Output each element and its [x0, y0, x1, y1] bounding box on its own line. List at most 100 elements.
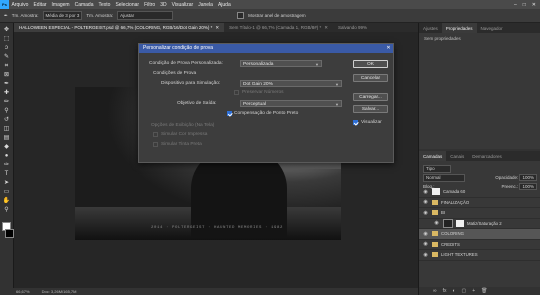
menu-selecionar[interactable]: Selecionar — [113, 2, 142, 8]
lasso-tool-icon[interactable]: ↄ — [2, 45, 11, 52]
intent-select[interactable]: Perceptual ▼ — [240, 100, 342, 107]
history-brush-icon[interactable]: ↺ — [2, 117, 11, 124]
tab-propriedades[interactable]: Propriedades — [441, 23, 477, 33]
device-select[interactable]: Dot Gain 20% ▼ — [240, 80, 342, 87]
blend-mode-select[interactable]: Normal — [423, 173, 465, 182]
close-icon[interactable]: ✕ — [384, 44, 393, 53]
hand-tool-icon[interactable]: ✋ — [2, 198, 11, 205]
gradient-tool-icon[interactable]: ▤ — [2, 135, 11, 142]
right-panels: Ajustes Propriedades Navegador Sem propr… — [418, 23, 540, 295]
layer-row[interactable]: ◉ BI — [419, 208, 540, 219]
save-button[interactable]: Salvar... — [353, 105, 388, 113]
show-ring-checkbox[interactable] — [237, 12, 245, 19]
eye-icon[interactable]: ◉ — [422, 210, 429, 216]
menu-janela[interactable]: Janela — [196, 2, 216, 8]
simulate-paper-checkbox[interactable] — [153, 132, 158, 137]
layer-row[interactable]: ◉ Matiz/Saturação 2 — [419, 218, 540, 229]
kind-filter-select[interactable]: Tipo — [423, 164, 451, 173]
minimize-icon[interactable]: – — [514, 2, 517, 8]
cancel-button[interactable]: Cancelar — [353, 74, 388, 82]
fill-field[interactable]: 100% — [519, 182, 537, 190]
menu-camada[interactable]: Camada — [72, 2, 96, 8]
layer-row[interactable]: ◉ LIGHT TEXTURES — [419, 250, 540, 261]
eye-icon[interactable]: ◉ — [422, 189, 429, 195]
blur-tool-icon[interactable]: ◆ — [2, 144, 11, 151]
close-icon[interactable]: ✕ — [532, 2, 536, 8]
black-point-label: Compensação de Ponto Preto — [234, 111, 299, 116]
zoom-tool-icon[interactable]: ⚲ — [2, 207, 11, 214]
layer-row[interactable]: ◉ FINALIZAÇÃO — [419, 198, 540, 208]
maximize-icon[interactable]: □ — [523, 2, 526, 8]
tab-camadas[interactable]: Camadas — [419, 151, 447, 161]
preview-checkbox[interactable] — [353, 120, 358, 125]
eye-icon[interactable]: ◉ — [433, 220, 440, 226]
image-caption: 2014 · POLTERGEIST · HAUNTED MEMORIES · … — [150, 226, 284, 230]
properties-empty-text: Sem propriedades — [424, 36, 461, 41]
shape-tool-icon[interactable]: ▭ — [2, 189, 11, 196]
path-select-tool-icon[interactable]: ➤ — [2, 180, 11, 187]
menu-3d[interactable]: 3D — [158, 2, 169, 8]
new-layer-icon[interactable]: + — [472, 288, 475, 294]
adjustment-icon[interactable]: ◐ — [452, 288, 455, 294]
tab-untitled[interactable]: Sem Título-1 @ 66,7% (Camada 1, RGB/8#) … — [224, 23, 333, 32]
link-icon[interactable]: ∞ — [433, 288, 437, 294]
eye-icon[interactable]: ◉ — [422, 199, 429, 205]
status-bar: 66,67% Doc: 3,26M/165,7M — [0, 288, 418, 295]
menu-editar[interactable]: Editar — [31, 2, 49, 8]
menu-ajuda[interactable]: Ajuda — [215, 2, 233, 8]
quick-select-tool-icon[interactable]: ✎ — [2, 54, 11, 61]
zoom-level[interactable]: 66,67% — [16, 289, 30, 294]
simulate-ink-checkbox[interactable] — [153, 142, 158, 147]
layer-row[interactable]: ◉ COLORING — [419, 229, 540, 240]
eye-icon[interactable]: ◉ — [422, 241, 429, 247]
sample-layers-select[interactable]: Ajustar — [117, 11, 174, 20]
eyedropper-tool-icon[interactable]: ✒ — [2, 81, 11, 88]
close-icon[interactable]: ✕ — [215, 25, 219, 31]
dialog-title: Personalizar condição de prova — [143, 45, 214, 51]
load-button[interactable]: Carregar... — [353, 93, 388, 101]
layers-footer: ∞ fx ◐ ▢ + 🗑 — [419, 287, 540, 295]
tab-saving[interactable]: Salvando 99% — [333, 23, 372, 32]
tab-halloween[interactable]: HALLOWEEN ESPECIAL - POLTERGEIST.psd @ 6… — [14, 23, 225, 32]
preserve-numbers-checkbox[interactable] — [234, 90, 239, 95]
black-point-checkbox[interactable] — [227, 111, 232, 116]
size-label: Tm. Amostra: — [11, 13, 39, 18]
group-icon[interactable]: ▢ — [462, 288, 467, 294]
menu-arquivo[interactable]: Arquivo — [9, 2, 31, 8]
background-color-swatch[interactable] — [5, 229, 14, 238]
layers-controls: Tipo Normal Opacidade: 100% Bloq.: Preen… — [419, 161, 540, 190]
tab-ajustes[interactable]: Ajustes — [419, 23, 442, 33]
eye-icon[interactable]: ◉ — [422, 231, 429, 237]
marquee-tool-icon[interactable]: ⬚ — [2, 36, 11, 43]
tab-demarcadores[interactable]: Demarcadores — [468, 151, 506, 161]
fx-icon[interactable]: fx — [443, 288, 447, 294]
doc-size[interactable]: Doc: 3,26M/165,7M — [42, 289, 77, 294]
stamp-tool-icon[interactable]: ⚲ — [2, 108, 11, 115]
close-icon[interactable]: ✕ — [324, 25, 328, 31]
eyedropper-icon[interactable]: ✒ — [4, 13, 8, 19]
tab-canais[interactable]: Canais — [446, 151, 468, 161]
dodge-tool-icon[interactable]: ● — [2, 153, 11, 160]
menu-bar: Ps Arquivo Editar Imagem Camada Texto Se… — [0, 0, 540, 9]
eraser-tool-icon[interactable]: ◫ — [2, 126, 11, 133]
crop-tool-icon[interactable]: ⌗ — [2, 63, 11, 70]
sample-size-select[interactable]: Média de 3 por 3 — [42, 11, 83, 20]
healing-tool-icon[interactable]: ✚ — [2, 90, 11, 97]
menu-visualizar[interactable]: Visualizar — [169, 2, 196, 8]
opacity-field[interactable]: 100% — [519, 173, 537, 181]
tab-navegador[interactable]: Navegador — [477, 23, 507, 33]
trash-icon[interactable]: 🗑 — [481, 288, 487, 294]
menu-filtro[interactable]: Filtro — [142, 2, 158, 8]
frame-tool-icon[interactable]: ⊠ — [2, 72, 11, 79]
eye-icon[interactable]: ◉ — [422, 252, 429, 258]
layer-row[interactable]: ◉ CREDITS — [419, 240, 540, 250]
menu-texto[interactable]: Texto — [96, 2, 113, 8]
pen-tool-icon[interactable]: ✑ — [2, 162, 11, 169]
ok-button[interactable]: OK — [353, 60, 388, 68]
brush-tool-icon[interactable]: ✏ — [2, 99, 11, 106]
proof-conditions-heading: Condições de Prova — [153, 71, 197, 76]
menu-imagem[interactable]: Imagem — [49, 2, 72, 8]
type-tool-icon[interactable]: T — [2, 171, 11, 178]
custom-condition-select[interactable]: Personalizada ▼ — [240, 60, 322, 67]
move-tool-icon[interactable]: ✥ — [2, 27, 11, 34]
